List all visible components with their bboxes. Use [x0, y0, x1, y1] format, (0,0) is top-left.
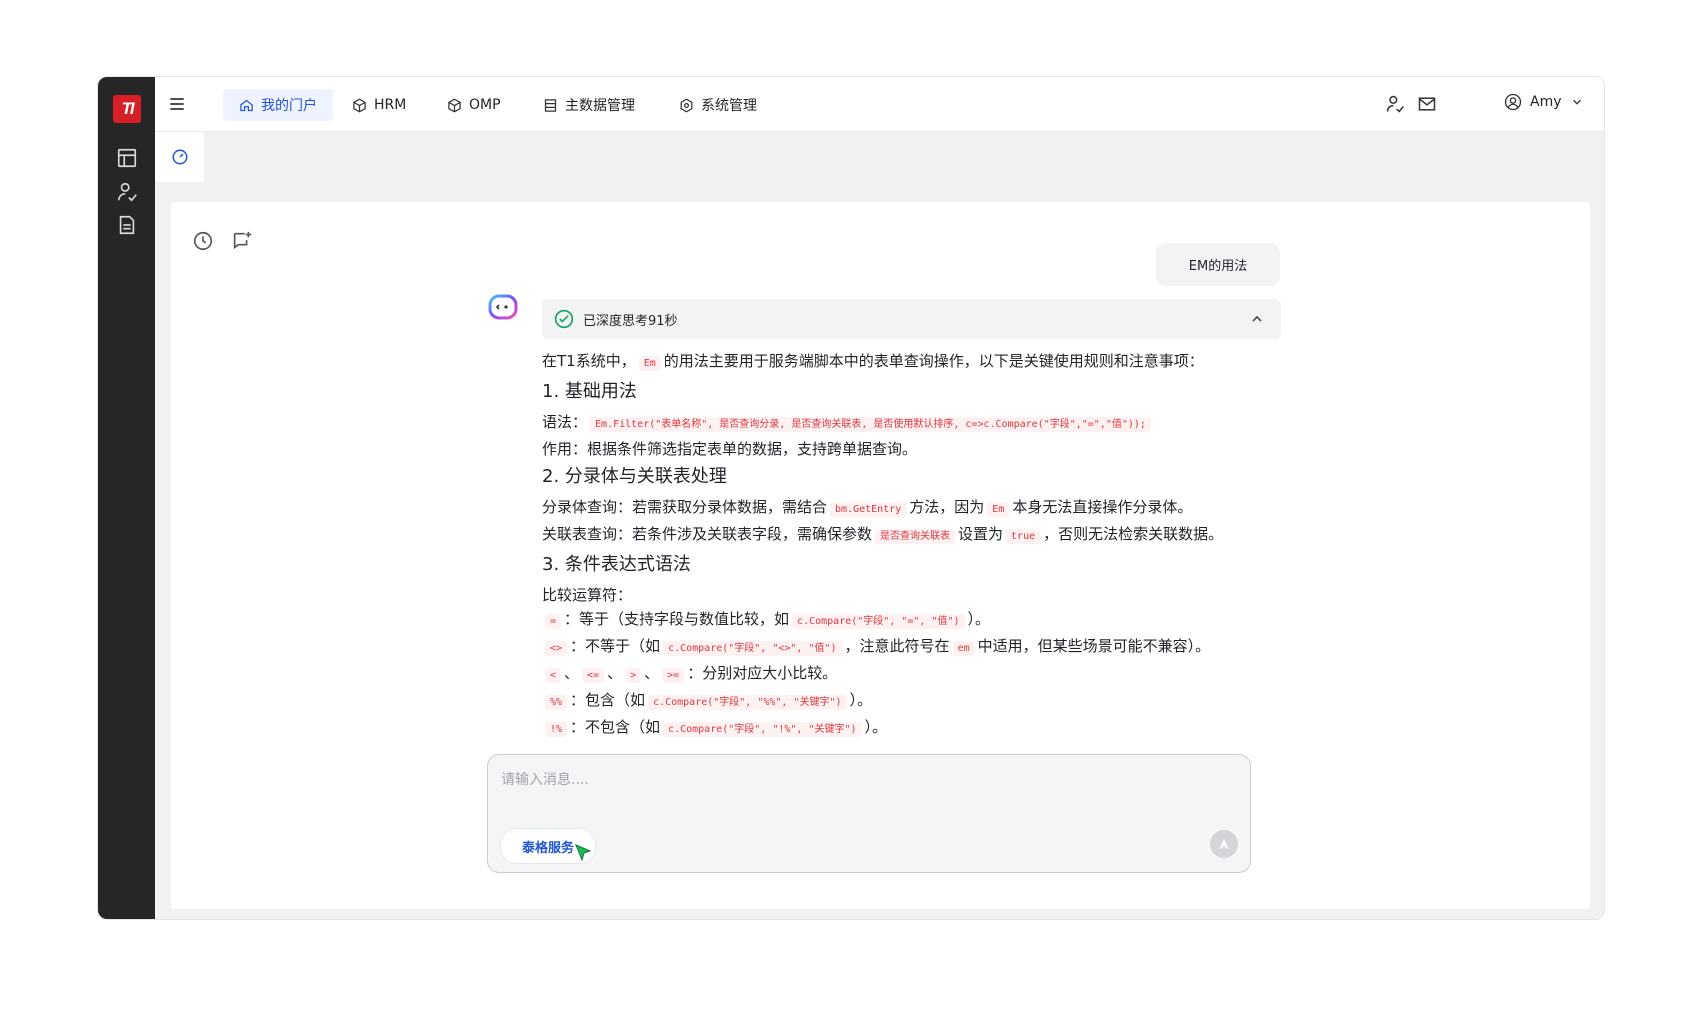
mouse-cursor-icon: [575, 844, 592, 862]
menu-icon[interactable]: [167, 94, 187, 114]
chevron-up-icon[interactable]: [1249, 311, 1265, 327]
gear-icon: [680, 98, 693, 112]
tab-ai-assistant[interactable]: [155, 132, 204, 182]
chevron-down-icon: [1572, 99, 1581, 105]
check-circle-icon: [554, 309, 574, 329]
operator-line: = ：等于（支持字段与数值比较，如 c.Compare("字段", "=", "值"…: [542, 607, 1272, 634]
nav-label: HRM: [374, 97, 407, 113]
user-check-icon[interactable]: [116, 181, 138, 203]
document-icon[interactable]: [116, 214, 138, 236]
user-menu[interactable]: Amy: [1504, 93, 1584, 111]
sidebar: TI: [98, 77, 155, 919]
operator-line: %% ：包含（如 c.Compare("字段", "%%", "关键字")）。: [542, 688, 1272, 715]
operator-line: !% ：不包含（如 c.Compare("字段", "!%", "关键字")）。: [542, 715, 1272, 742]
operators-label: 比较运算符：: [542, 586, 633, 604]
section-heading: 3. 条件表达式语法: [542, 554, 691, 575]
message-composer[interactable]: 请输入消息.... 泰格服务: [487, 754, 1251, 873]
input-placeholder: 请输入消息....: [501, 772, 589, 788]
nav-label: 系统管理: [701, 98, 757, 114]
user-check-icon[interactable]: [1385, 94, 1405, 114]
app-window: TI 我的门户 HRM OMP 主数据管理 系统管理 Amy EM的用法 已深度…: [97, 76, 1605, 920]
assistant-answer: 在T1系统中， Em 的用法主要用于服务端脚本中的表单查询操作，以下是关键使用规则和…: [542, 349, 1272, 749]
nav-omp[interactable]: OMP: [431, 89, 517, 121]
syntax-line: 语法： Em.Filter("表单名称", 是否查询分录, 是否查询关联表, 是否…: [542, 410, 1272, 437]
top-navbar: 我的门户 HRM OMP 主数据管理 系统管理 Amy: [155, 77, 1604, 132]
cube-icon: [448, 98, 461, 112]
table-icon: [544, 98, 557, 112]
app-logo[interactable]: TI: [113, 95, 141, 123]
operator-line: <> ：不等于（如 c.Compare("字段", "<>", "值") ，注意此符号…: [542, 634, 1272, 661]
layout-icon[interactable]: [116, 147, 138, 169]
section-heading: 1. 基础用法: [542, 381, 637, 402]
user-avatar-icon: [1504, 93, 1522, 111]
nav-label: OMP: [469, 97, 501, 113]
chat-panel: EM的用法 已深度思考91秒 在T1系统中， Em 的用法主要用于服务端脚本中的表单…: [171, 202, 1590, 909]
cube-icon: [353, 98, 366, 112]
new-chat-icon[interactable]: [231, 230, 253, 252]
mail-icon[interactable]: [1417, 94, 1437, 114]
nav-master-data[interactable]: 主数据管理: [527, 89, 651, 121]
intro-line: 在T1系统中， Em 的用法主要用于服务端脚本中的表单查询操作，以下是关键使用规则和…: [542, 352, 1204, 371]
entry-line: 分录体查询：若需获取分录体数据，需结合 bm.GetEntry 方法，因为 Em 本身无…: [542, 498, 1193, 517]
purpose-line: 作用：根据条件筛选指定表单的数据，支持跨单据查询。: [542, 440, 918, 458]
relation-line: 关联表查询：若条件涉及关联表字段，需确保参数 是否查询关联表 设置为 true ，否则无…: [542, 525, 1224, 544]
nav-label: 主数据管理: [565, 98, 635, 114]
user-name: Amy: [1530, 94, 1562, 110]
nav-label: 我的门户: [261, 98, 317, 114]
section-heading: 2. 分录体与关联表处理: [542, 466, 727, 487]
operator-line: <、 <=、 >、 >= ：分别对应大小比较。: [542, 661, 1272, 688]
nav-hrm[interactable]: HRM: [336, 89, 422, 121]
user-message: EM的用法: [1156, 243, 1280, 286]
send-icon: [1219, 838, 1229, 850]
nav-system-admin[interactable]: 系统管理: [663, 89, 773, 121]
send-button[interactable]: [1210, 830, 1238, 858]
thinking-label: 已深度思考91秒: [583, 313, 678, 329]
nav-my-portal[interactable]: 我的门户: [223, 89, 333, 121]
history-icon[interactable]: [192, 230, 214, 252]
bot-avatar-icon: [488, 294, 518, 320]
thinking-panel[interactable]: 已深度思考91秒: [542, 299, 1281, 339]
tab-bar: [155, 132, 1604, 182]
home-icon: [240, 99, 253, 111]
gauge-icon: [172, 149, 187, 165]
